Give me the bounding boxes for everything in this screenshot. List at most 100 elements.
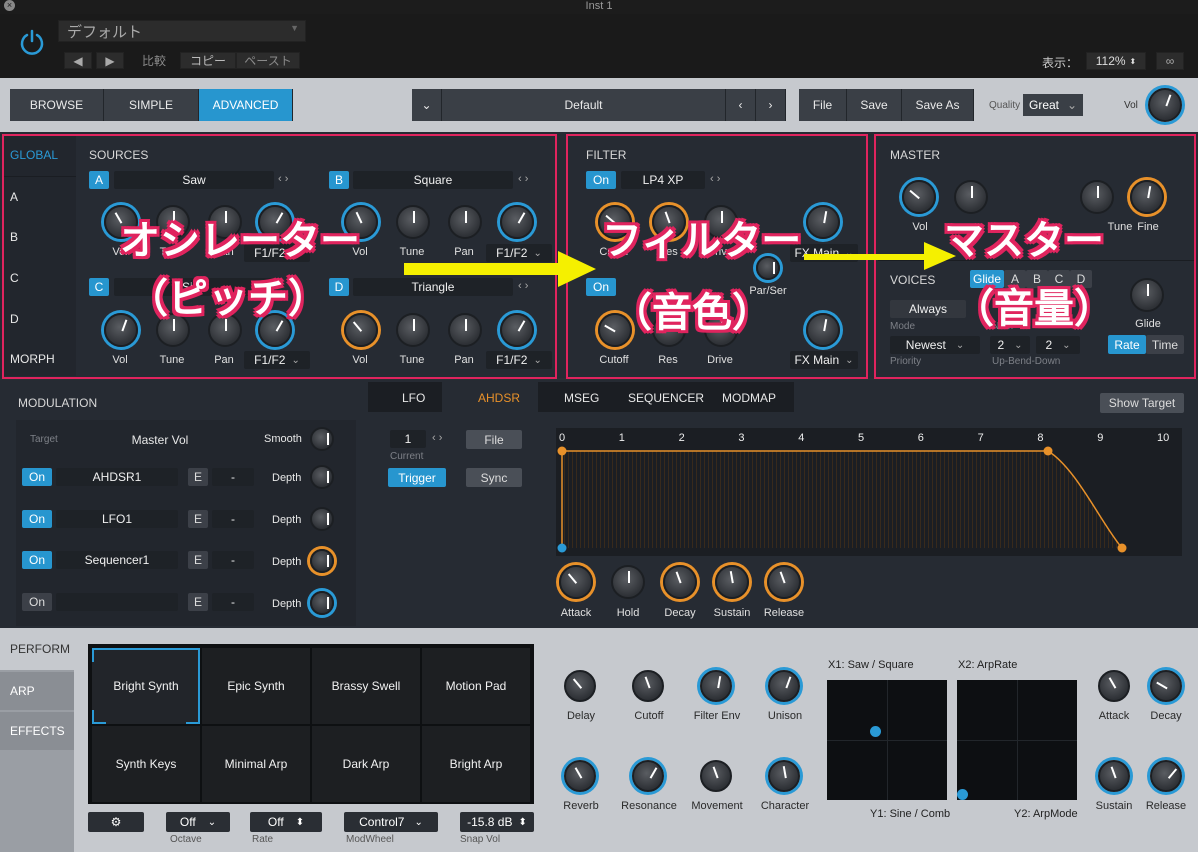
pad-motion-pad[interactable]: Motion Pad [422, 648, 530, 724]
envelope-curve[interactable] [556, 428, 1182, 556]
smooth-knob[interactable] [310, 427, 334, 451]
env-sync-button[interactable]: Sync [466, 468, 522, 487]
tab-modmap[interactable]: MODMAP [722, 391, 776, 405]
gear-icon[interactable]: ⚙ [88, 812, 144, 832]
env-current-value[interactable]: 1 [390, 430, 426, 448]
env-trigger-button[interactable]: Trigger [388, 468, 446, 487]
copy-button[interactable]: コピー [180, 52, 236, 69]
modwheel-select[interactable]: Control7 ⌄ [344, 812, 438, 832]
target-value[interactable]: Master Vol [110, 433, 210, 447]
xy-pad-2-handle[interactable] [957, 789, 968, 800]
mod-row-2-on[interactable]: On [22, 510, 52, 528]
osc-b-wave-arrows-icon[interactable]: ‹ › [518, 173, 528, 185]
osc-a-wave-arrows-icon[interactable]: ‹ › [278, 173, 288, 185]
filter-1-type[interactable]: LP4 XP [621, 171, 705, 189]
close-icon[interactable]: × [4, 0, 15, 11]
macro-movement-knob[interactable] [700, 760, 732, 792]
tab-lfo[interactable]: LFO [402, 391, 425, 405]
tab-ahdsr[interactable]: AHDSR [478, 391, 520, 405]
mod-row-4-e-button[interactable]: E [188, 593, 208, 611]
filter-2-route-select[interactable]: FX Main ⌄ [790, 351, 858, 369]
save-button[interactable]: Save [847, 89, 902, 121]
browse-tab[interactable]: BROWSE [10, 89, 104, 121]
zoom-select[interactable]: 112% ⬍ [1086, 52, 1146, 70]
osc-b-tune-knob[interactable] [396, 205, 430, 239]
mod-row-4-on[interactable]: On [22, 593, 52, 611]
mod-row-2-depth-knob[interactable] [310, 507, 334, 531]
filter-1-type-arrows-icon[interactable]: ‹ › [710, 173, 720, 185]
preset-menu[interactable]: デフォルト ▼ [58, 20, 306, 42]
octave-select[interactable]: Off ⌄ [166, 812, 230, 832]
sidebar-item-morph[interactable]: MORPH [10, 352, 55, 366]
master-vol-knob[interactable] [1148, 88, 1182, 122]
env-decay-knob[interactable] [663, 565, 697, 599]
sidebar-item-b[interactable]: B [10, 230, 18, 244]
pad-minimal-arp[interactable]: Minimal Arp [202, 726, 310, 802]
xy-pad-1-handle[interactable] [870, 726, 881, 737]
osc-d-toggle[interactable]: D [329, 278, 349, 296]
osc-a-waveform[interactable]: Saw [114, 171, 274, 189]
env-attack-knob[interactable] [559, 565, 593, 599]
macro-filter-env-knob[interactable] [700, 670, 732, 702]
compare-button[interactable]: 比較 [134, 52, 174, 69]
patch-name[interactable]: Default [442, 89, 726, 121]
filter-1-on-button[interactable]: On [586, 171, 616, 189]
env-hold-knob[interactable] [611, 565, 645, 599]
link-icon[interactable]: ∞ [1156, 52, 1184, 70]
envelope-graph[interactable]: 0 1 2 3 4 5 6 7 8 9 10 [556, 428, 1182, 556]
env-sustain-point[interactable] [1043, 446, 1053, 456]
mod-row-2-via[interactable]: - [212, 510, 254, 528]
env-current-arrows-icon[interactable]: ‹ › [432, 432, 442, 444]
mod-row-1-depth-knob[interactable] [310, 465, 334, 489]
pad-synth-keys[interactable]: Synth Keys [92, 726, 200, 802]
paste-button[interactable]: ペースト [236, 52, 300, 69]
rate-select[interactable]: Off ⬍ [250, 812, 322, 832]
master-vol-panel-knob[interactable] [902, 180, 936, 214]
power-icon[interactable] [18, 28, 46, 56]
master-fine-knob[interactable] [1130, 180, 1164, 214]
macro-character-knob[interactable] [768, 760, 800, 792]
glide-rate-button[interactable]: Rate [1108, 335, 1146, 354]
macro-reverb-knob[interactable] [564, 760, 596, 792]
osc-b-filter-mix-knob[interactable] [500, 205, 534, 239]
env-file-button[interactable]: File [466, 430, 522, 449]
pad-dark-arp[interactable]: Dark Arp [312, 726, 420, 802]
previous-preset-button[interactable]: ◀ [64, 52, 92, 69]
macro-cutoff-knob[interactable] [632, 670, 664, 702]
priority-select[interactable]: Newest ⌄ [890, 336, 980, 354]
env-sustain-knob[interactable] [715, 565, 749, 599]
osc-b-pan-knob[interactable] [448, 205, 482, 239]
tab-perform[interactable]: PERFORM [0, 628, 74, 670]
bend-up-select[interactable]: 2 ⌄ [990, 336, 1030, 354]
mod-row-1-on[interactable]: On [22, 468, 52, 486]
mod-row-2-source[interactable]: LFO1 [56, 510, 178, 528]
osc-a-toggle[interactable]: A [89, 171, 109, 189]
next-patch-chevron-icon[interactable]: › [756, 89, 786, 121]
mod-row-1-via[interactable]: - [212, 468, 254, 486]
filter-2-level-knob[interactable] [806, 313, 840, 347]
tab-mseg[interactable]: MSEG [564, 391, 599, 405]
sidebar-item-global[interactable]: GLOBAL [10, 148, 58, 162]
sidebar-item-a[interactable]: A [10, 190, 18, 204]
mod-row-3-e-button[interactable]: E [188, 551, 208, 569]
macro-unison-knob[interactable] [768, 670, 800, 702]
osc-d-route-select[interactable]: F1/F2 ⌄ [486, 351, 552, 369]
env-release-point[interactable] [1117, 543, 1127, 553]
pad-brassy-swell[interactable]: Brassy Swell [312, 648, 420, 724]
env-release-knob[interactable] [767, 565, 801, 599]
bend-down-select[interactable]: 2 ⌄ [1036, 336, 1080, 354]
snap-vol-field[interactable]: -15.8 dB ⬍ [460, 812, 534, 832]
sidebar-item-c[interactable]: C [10, 271, 19, 285]
env-start-point[interactable] [557, 543, 567, 553]
xy-pad-2[interactable] [957, 680, 1077, 800]
quality-select[interactable]: Great ⌄ [1023, 94, 1084, 116]
simple-tab[interactable]: SIMPLE [104, 89, 199, 121]
osc-b-toggle[interactable]: B [329, 171, 349, 189]
pad-bright-arp[interactable]: Bright Arp [422, 726, 530, 802]
env-attack-point[interactable] [557, 446, 567, 456]
prev-patch-chevron-icon[interactable]: ‹ [726, 89, 756, 121]
mod-row-3-on[interactable]: On [22, 551, 52, 569]
osc-d-filter-mix-knob[interactable] [500, 313, 534, 347]
filter-1-level-knob[interactable] [806, 205, 840, 239]
osc-d-tune-knob[interactable] [396, 313, 430, 347]
